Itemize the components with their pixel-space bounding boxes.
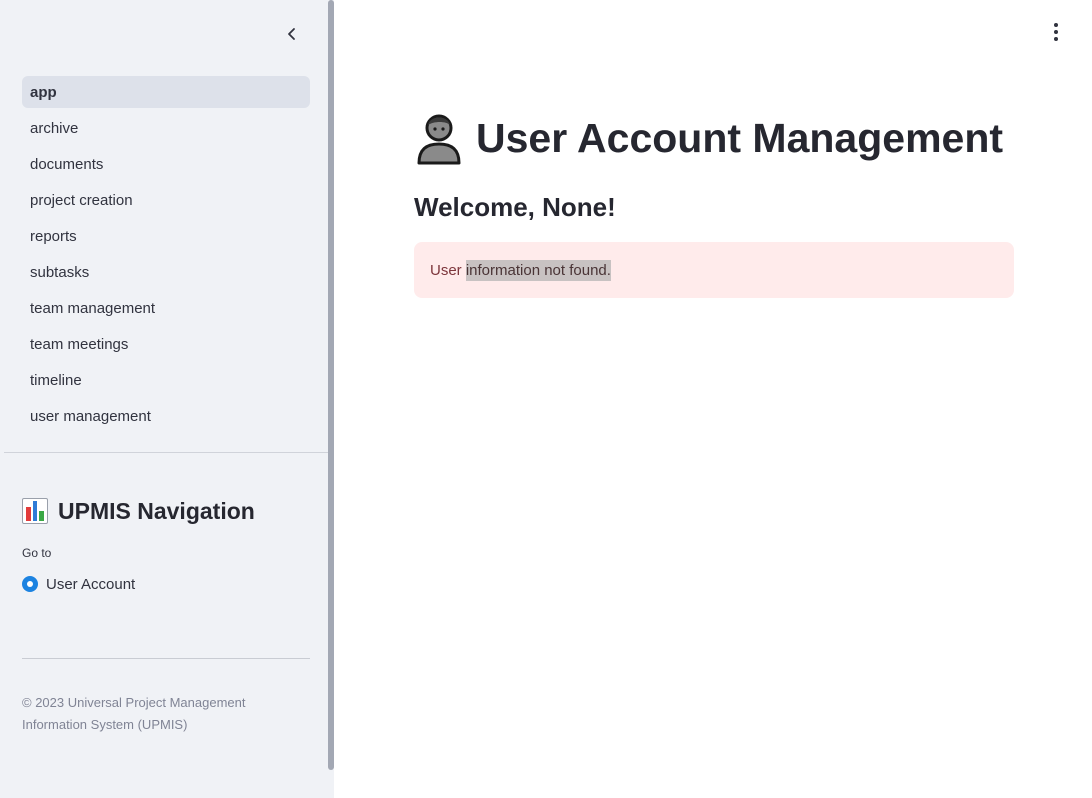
- nav-item-app[interactable]: app: [22, 76, 310, 108]
- welcome-heading: Welcome, None!: [414, 192, 616, 222]
- main-menu-button[interactable]: [1046, 20, 1066, 44]
- sidebar-title-text: UPMIS Navigation: [58, 497, 255, 524]
- page-title: User Account Management: [414, 108, 1003, 168]
- user-icon: [417, 114, 461, 165]
- radio-label: User Account: [46, 575, 136, 593]
- alert-text-prefix: User: [430, 261, 466, 279]
- app-root: app archive documents project creation r…: [0, 0, 1092, 798]
- nav-item-team-meetings[interactable]: team meetings: [22, 328, 310, 360]
- goto-label: Go to: [22, 546, 52, 560]
- nav-item-timeline[interactable]: timeline: [22, 364, 310, 396]
- nav-item-user-management[interactable]: user management: [22, 400, 310, 432]
- nav-item-documents[interactable]: documents: [22, 148, 310, 180]
- error-alert: User information not found.: [414, 242, 1014, 298]
- nav-item-project-creation[interactable]: project creation: [22, 184, 310, 216]
- nav-item-team-management[interactable]: team management: [22, 292, 310, 324]
- sidebar: app archive documents project creation r…: [0, 0, 334, 798]
- collapse-sidebar-button[interactable]: [280, 22, 304, 46]
- page-title-text: User Account Management: [476, 114, 1004, 161]
- alert-text-highlighted: information not found.: [465, 259, 611, 281]
- sidebar-title: UPMIS Navigation: [22, 494, 255, 528]
- sidebar-divider: [4, 452, 328, 453]
- sidebar-content: app archive documents project creation r…: [0, 0, 328, 798]
- nav-item-reports[interactable]: reports: [22, 220, 310, 252]
- nav-item-archive[interactable]: archive: [22, 112, 310, 144]
- chevron-left-icon: [288, 28, 295, 40]
- footer-divider: [22, 658, 310, 659]
- copyright-footer: © 2023 Universal Project Management Info…: [22, 695, 246, 732]
- kebab-dot: [1054, 30, 1058, 34]
- sidebar-scrollbar[interactable]: [328, 0, 334, 770]
- radio-selected-icon[interactable]: [22, 576, 38, 592]
- kebab-dot: [1054, 37, 1058, 41]
- radio-user-account[interactable]: User Account: [22, 574, 135, 594]
- page-nav: app archive documents project creation r…: [22, 76, 310, 436]
- kebab-menu-icon: [1054, 23, 1058, 27]
- bar-chart-icon: [22, 498, 48, 524]
- nav-item-subtasks[interactable]: subtasks: [22, 256, 310, 288]
